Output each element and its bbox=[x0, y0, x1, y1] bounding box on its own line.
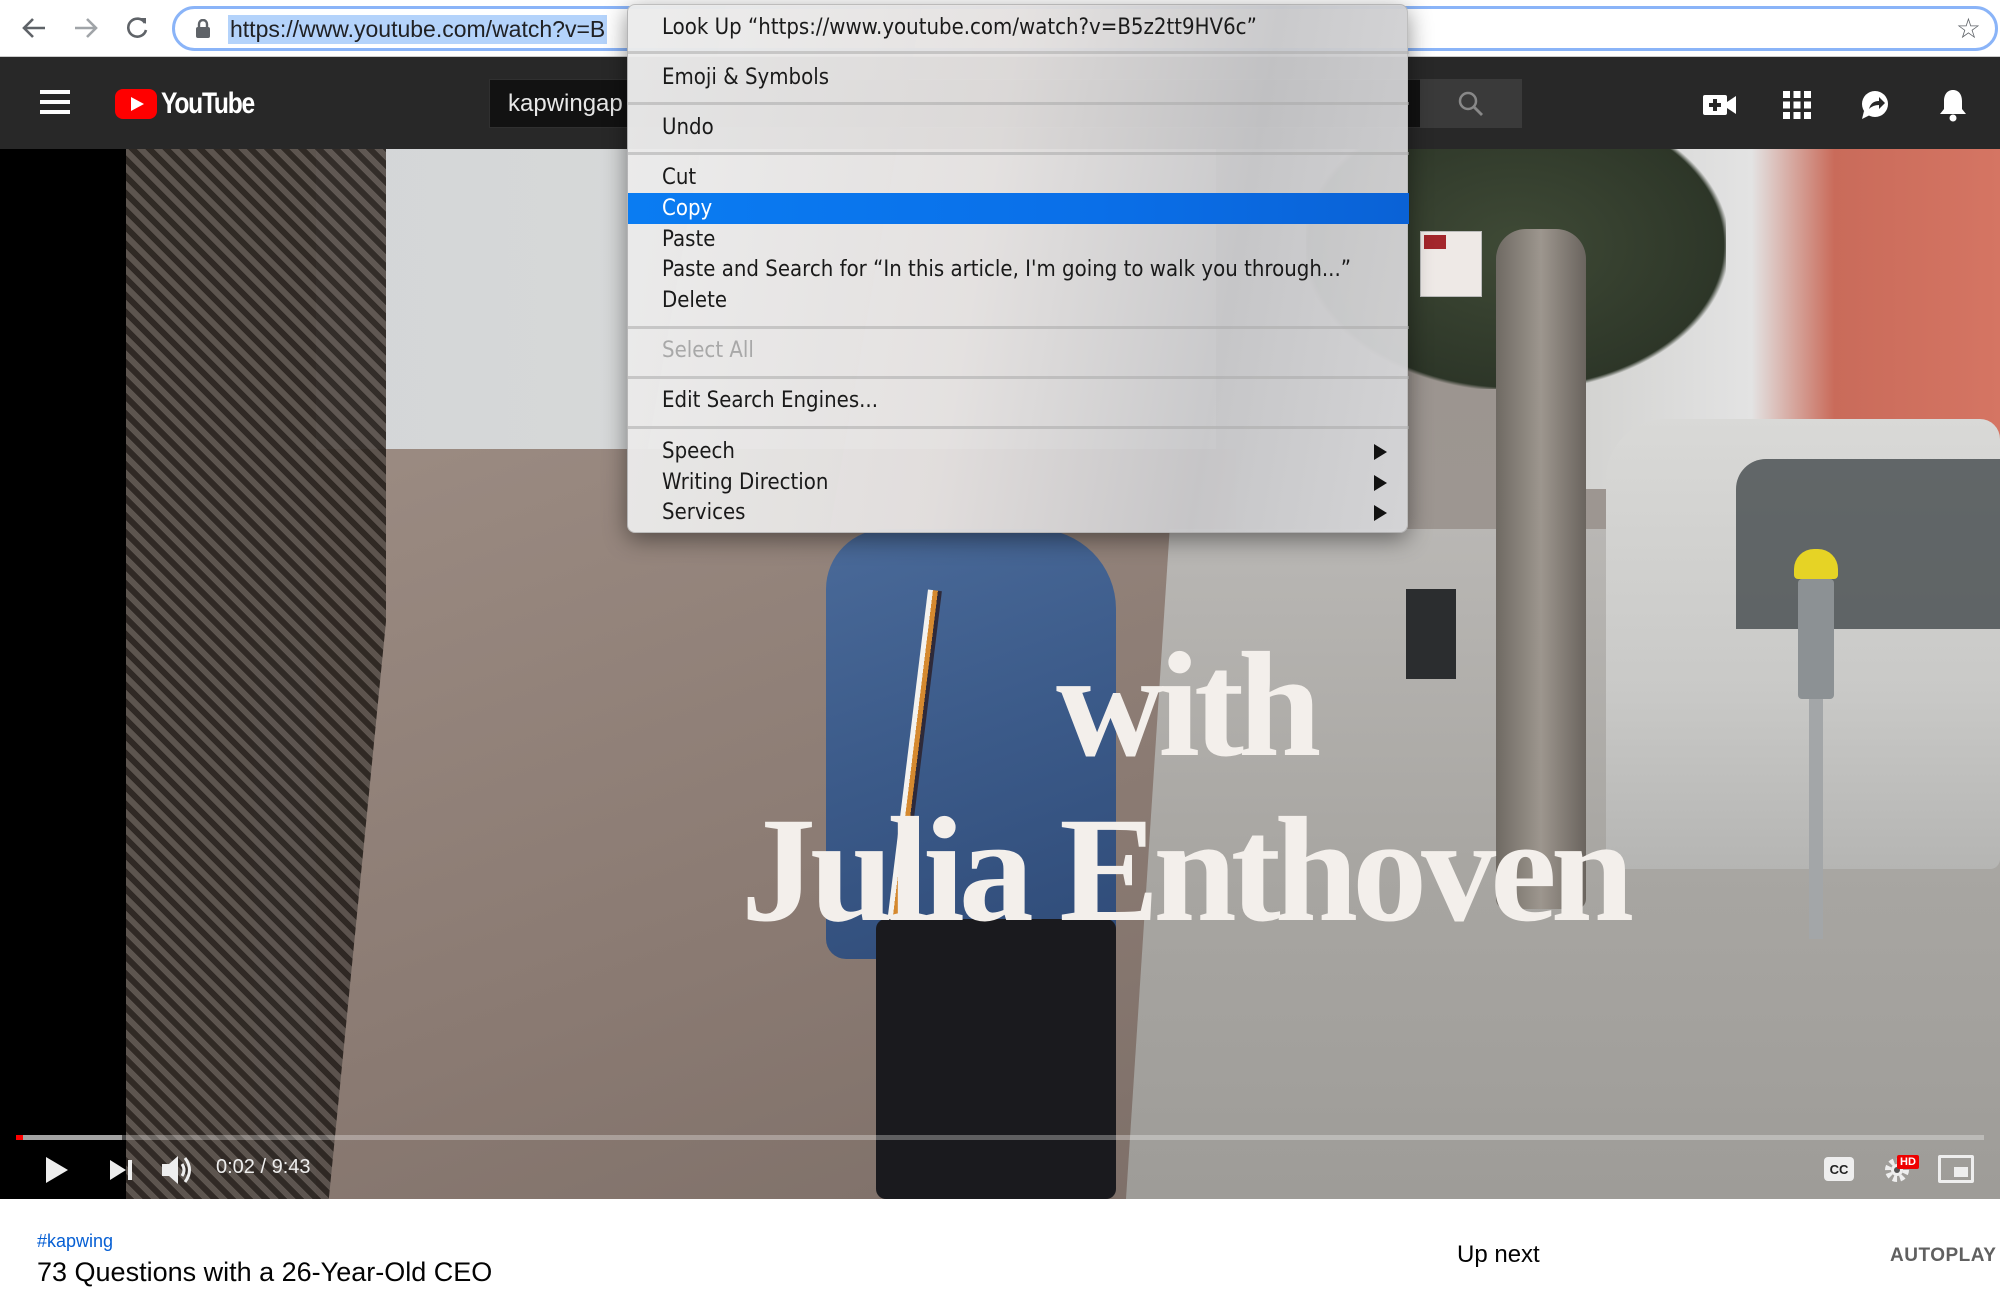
volume-button[interactable] bbox=[160, 1153, 196, 1187]
search-button[interactable] bbox=[1420, 79, 1522, 128]
menu-icon[interactable] bbox=[40, 90, 72, 114]
menu-item-look-up[interactable]: Look Up “https://www.youtube.com/watch?v… bbox=[628, 12, 1409, 43]
scene-parking-meter-body bbox=[1798, 579, 1834, 699]
menu-item-label: Paste and Search for “In this article, I… bbox=[662, 257, 1352, 282]
video-title-overlay-line1: with bbox=[1056, 622, 1321, 788]
menu-item-undo[interactable]: Undo bbox=[628, 112, 1409, 143]
context-menu: Look Up “https://www.youtube.com/watch?v… bbox=[627, 4, 1409, 533]
youtube-logo[interactable]: YouTube bbox=[115, 87, 274, 121]
submenu-arrow-icon bbox=[1374, 505, 1387, 521]
autoplay-label[interactable]: AUTOPLAY bbox=[1890, 1245, 1996, 1267]
menu-separator bbox=[628, 326, 1409, 329]
menu-item-edit-search-engines[interactable]: Edit Search Engines... bbox=[628, 385, 1409, 416]
menu-separator bbox=[628, 376, 1409, 379]
menu-item-writing-direction[interactable]: Writing Direction bbox=[628, 467, 1409, 498]
scene-trash-can bbox=[1406, 589, 1456, 679]
menu-item-cut[interactable]: Cut bbox=[628, 162, 1409, 193]
scene-van-window bbox=[1736, 459, 2000, 629]
skip-next-icon bbox=[110, 1160, 132, 1180]
menu-item-label: Look Up “https://www.youtube.com/watch?v… bbox=[662, 15, 1257, 40]
create-video-icon[interactable] bbox=[1702, 87, 1738, 123]
scene-person-pants bbox=[876, 919, 1116, 1199]
volume-icon bbox=[162, 1156, 191, 1184]
apps-grid-icon[interactable] bbox=[1779, 87, 1815, 123]
captions-button[interactable]: CC bbox=[1824, 1157, 1854, 1181]
star-icon[interactable]: ☆ bbox=[1956, 12, 1981, 45]
video-title-overlay-line2: Julia Enthoven bbox=[741, 787, 1634, 953]
menu-item-delete[interactable]: Delete bbox=[628, 285, 1409, 316]
menu-item-emoji-symbols[interactable]: Emoji & Symbols bbox=[628, 62, 1409, 93]
menu-item-paste-and-search[interactable]: Paste and Search for “In this article, I… bbox=[628, 254, 1409, 285]
menu-item-copy[interactable]: Copy bbox=[628, 193, 1409, 224]
menu-separator bbox=[628, 152, 1409, 155]
video-hashtag-link[interactable]: #kapwing bbox=[37, 1231, 113, 1252]
miniplayer-button[interactable] bbox=[1938, 1155, 1974, 1183]
messages-icon[interactable] bbox=[1857, 87, 1893, 123]
submenu-arrow-icon bbox=[1374, 475, 1387, 491]
lock-icon[interactable] bbox=[195, 18, 211, 39]
menu-item-label: Cut bbox=[662, 165, 697, 190]
menu-item-label: Services bbox=[662, 500, 746, 525]
progress-buffered bbox=[16, 1135, 123, 1140]
url-text[interactable]: https://www.youtube.com/watch?v=B bbox=[228, 15, 608, 44]
youtube-logo-text: YouTube bbox=[161, 87, 255, 120]
menu-item-speech[interactable]: Speech bbox=[628, 436, 1409, 467]
reload-icon[interactable] bbox=[117, 8, 157, 48]
menu-item-paste[interactable]: Paste bbox=[628, 224, 1409, 255]
notifications-bell-icon[interactable] bbox=[1935, 87, 1971, 123]
menu-item-label: Speech bbox=[662, 439, 735, 464]
menu-separator bbox=[628, 102, 1409, 105]
menu-item-label: Undo bbox=[662, 115, 714, 140]
back-arrow-icon[interactable] bbox=[14, 8, 54, 48]
submenu-arrow-icon bbox=[1374, 444, 1387, 460]
play-button[interactable] bbox=[42, 1155, 72, 1185]
scene-no-parking-sign bbox=[1420, 231, 1482, 297]
scene-parking-meter-top bbox=[1794, 549, 1838, 579]
time-display: 0:02 / 9:43 bbox=[216, 1156, 311, 1178]
up-next-heading: Up next bbox=[1457, 1241, 1540, 1268]
menu-item-label: Copy bbox=[662, 196, 713, 221]
menu-item-label: Select All bbox=[662, 338, 754, 363]
video-title: 73 Questions with a 26-Year-Old CEO bbox=[37, 1257, 493, 1287]
progress-bar[interactable] bbox=[16, 1135, 1984, 1140]
menu-item-label: Delete bbox=[662, 288, 728, 313]
menu-item-select-all: Select All bbox=[628, 335, 1409, 366]
search-input-value[interactable]: kapwingap bbox=[508, 90, 623, 118]
next-button[interactable] bbox=[108, 1158, 134, 1182]
menu-item-label: Edit Search Engines... bbox=[662, 388, 879, 413]
menu-separator bbox=[628, 51, 1409, 54]
forward-arrow-icon[interactable] bbox=[66, 8, 106, 48]
miniplayer-icon bbox=[1954, 1167, 1968, 1177]
menu-separator bbox=[628, 426, 1409, 429]
menu-item-label: Paste bbox=[662, 227, 716, 252]
search-icon bbox=[1458, 91, 1483, 116]
menu-item-label: Writing Direction bbox=[662, 470, 829, 495]
menu-item-services[interactable]: Services bbox=[628, 497, 1409, 528]
play-icon bbox=[46, 1157, 68, 1183]
scene-parking-meter-pole bbox=[1809, 699, 1823, 939]
menu-item-label: Emoji & Symbols bbox=[662, 65, 830, 90]
youtube-play-logo-icon bbox=[115, 89, 157, 119]
hd-badge: HD bbox=[1897, 1155, 1919, 1169]
progress-played bbox=[16, 1135, 23, 1140]
